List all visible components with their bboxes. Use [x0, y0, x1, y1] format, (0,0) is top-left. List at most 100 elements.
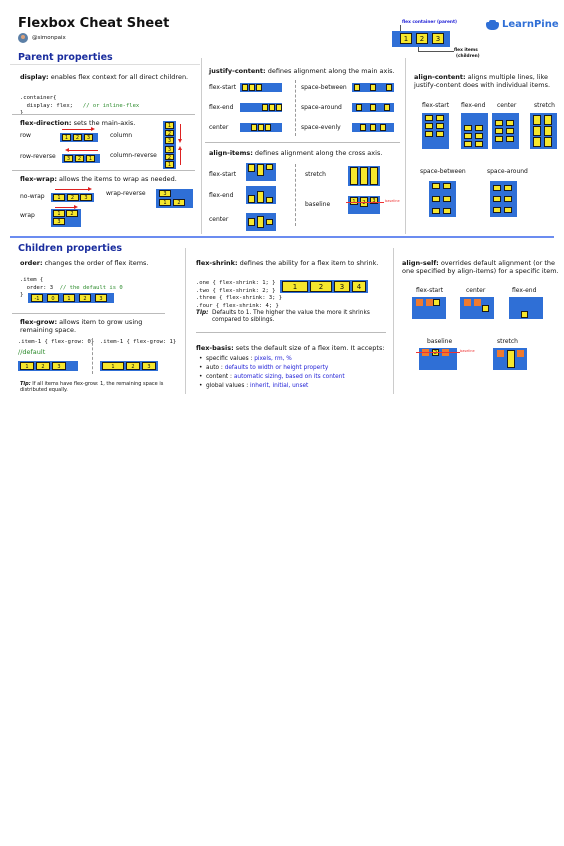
align-items-stretch-label: stretch [305, 171, 326, 178]
justify-item [386, 84, 392, 91]
column-reverse-item: 2 [165, 153, 174, 161]
align-content-item [493, 207, 501, 213]
parent-properties-heading: Parent properties [18, 52, 113, 63]
justify-item [256, 84, 262, 91]
row-reverse-item: 1 [86, 155, 95, 162]
align-content-item [506, 136, 514, 142]
flex-wrap-wrap-label: wrap [20, 212, 35, 219]
align-item [370, 167, 378, 185]
align-item [248, 218, 255, 226]
diagram-item-3: 3 [432, 33, 444, 44]
align-content-item [506, 128, 514, 134]
diagram-item-1: 1 [400, 33, 412, 44]
wrap-item: 2 [66, 210, 78, 217]
align-self-baseline-line [416, 352, 460, 353]
align-content-item [495, 120, 503, 126]
justify-item [276, 104, 282, 111]
flex-direction-column-reverse-label: column-reverse [110, 152, 157, 159]
justify-item [370, 104, 376, 111]
flex-direction-row-reverse-label: row-reverse [20, 153, 56, 160]
align-content-item [425, 115, 433, 121]
align-content-item [504, 207, 512, 213]
align-content-item [533, 115, 541, 125]
justify-flex-start-label: flex-start [209, 84, 237, 91]
justify-item [265, 124, 271, 131]
flex-grow-tip: Tip: If all items have flex-grow: 1, the… [20, 381, 164, 394]
column-reverse-item: 3 [165, 146, 174, 153]
justify-space-evenly-label: space-evenly [301, 124, 341, 131]
align-item [257, 164, 264, 176]
flex-grow-default-comment: //default [18, 348, 46, 356]
nowrap-item: 2 [66, 194, 79, 201]
container-label: flex container (parent) [402, 20, 457, 25]
justify-item [269, 104, 275, 111]
align-self-item [517, 350, 524, 357]
wrap-item: 1 [53, 210, 65, 217]
justify-item [242, 84, 248, 91]
wrap-arrow [55, 204, 78, 210]
align-item [266, 197, 273, 203]
align-content-item [544, 137, 552, 147]
align-self-target [433, 299, 440, 306]
nowrap-item: 1 [53, 194, 65, 201]
flex-grow-1-item: 1 [102, 362, 124, 370]
align-content-item [506, 120, 514, 126]
order-item: 1 [63, 294, 75, 302]
flex-basis-bullet: specific values : pixels, rm, % [199, 356, 292, 363]
section-divider [10, 236, 554, 238]
flex-shrink-desc: flex-shrink: defines the ability for a f… [196, 259, 379, 267]
flex-direction-desc: flex-direction: sets the main-axis. [20, 119, 136, 127]
align-item: 3 [370, 197, 378, 204]
align-content-flex-start-label: flex-start [422, 102, 450, 109]
align-self-flex-end-label: flex-end [512, 287, 537, 294]
flex-basis-bullet: global values : inherit, initial, unset [199, 383, 308, 390]
avatar [18, 33, 28, 43]
align-self-target [482, 305, 489, 312]
align-content-item [475, 125, 483, 131]
column-item: 3 [165, 137, 174, 144]
align-content-item [436, 131, 444, 137]
row-reverse-item: 3 [64, 155, 73, 162]
align-items-desc: align-items: defines alignment along the… [209, 149, 383, 157]
align-content-item [475, 141, 483, 147]
justify-item [354, 84, 360, 91]
flex-wrap-reverse-label: wrap-reverse [106, 190, 146, 197]
align-self-baseline-label: baseline [427, 338, 453, 345]
row-reverse-item: 2 [75, 155, 84, 162]
justify-item [384, 104, 390, 111]
row-item: 2 [73, 134, 82, 141]
order-item: 0 [47, 294, 59, 302]
align-self-center-label: center [466, 287, 486, 294]
flex-shrink-item: 1 [282, 281, 308, 292]
justify-item [356, 104, 362, 111]
flex-grow-0-item: 1 [20, 362, 34, 370]
wrap-reverse-item: 2 [173, 199, 185, 206]
align-content-item [425, 123, 433, 129]
flex-shrink-item: 3 [334, 281, 350, 292]
align-content-item [544, 126, 552, 136]
flex-shrink-code: .one { flex-shrink: 1; } .two { flex-shr… [196, 280, 283, 309]
order-item: 2 [79, 294, 91, 302]
row-item: 1 [62, 134, 71, 141]
flex-grow-desc: flex-grow: allows item to grow using rem… [20, 318, 143, 335]
align-content-item [432, 183, 440, 189]
column-arrow [177, 124, 183, 143]
flex-direction-column-label: column [110, 132, 133, 139]
flex-grow-0-item: 2 [36, 362, 50, 370]
flex-grow-code-right: .item-1 { flex-grow: 1} [100, 339, 177, 345]
align-self-target [507, 350, 515, 368]
align-self-item [474, 299, 481, 306]
items-sublabel: (children) [456, 54, 480, 59]
column-reverse-item: 1 [165, 161, 174, 168]
justify-item [380, 124, 386, 131]
flex-grow-code-left: .item-1 { flex-grow: 0} [18, 339, 95, 345]
flex-basis-bullet: auto : defaults to width or height prope… [199, 365, 328, 372]
align-content-item [464, 141, 472, 147]
align-item [266, 219, 273, 225]
justify-space-around-label: space-around [301, 104, 342, 111]
align-content-item [432, 195, 440, 202]
flex-grow-0-item: 3 [52, 362, 66, 370]
align-content-item [533, 137, 541, 147]
align-content-item [432, 208, 440, 214]
logo-icon [486, 20, 499, 31]
